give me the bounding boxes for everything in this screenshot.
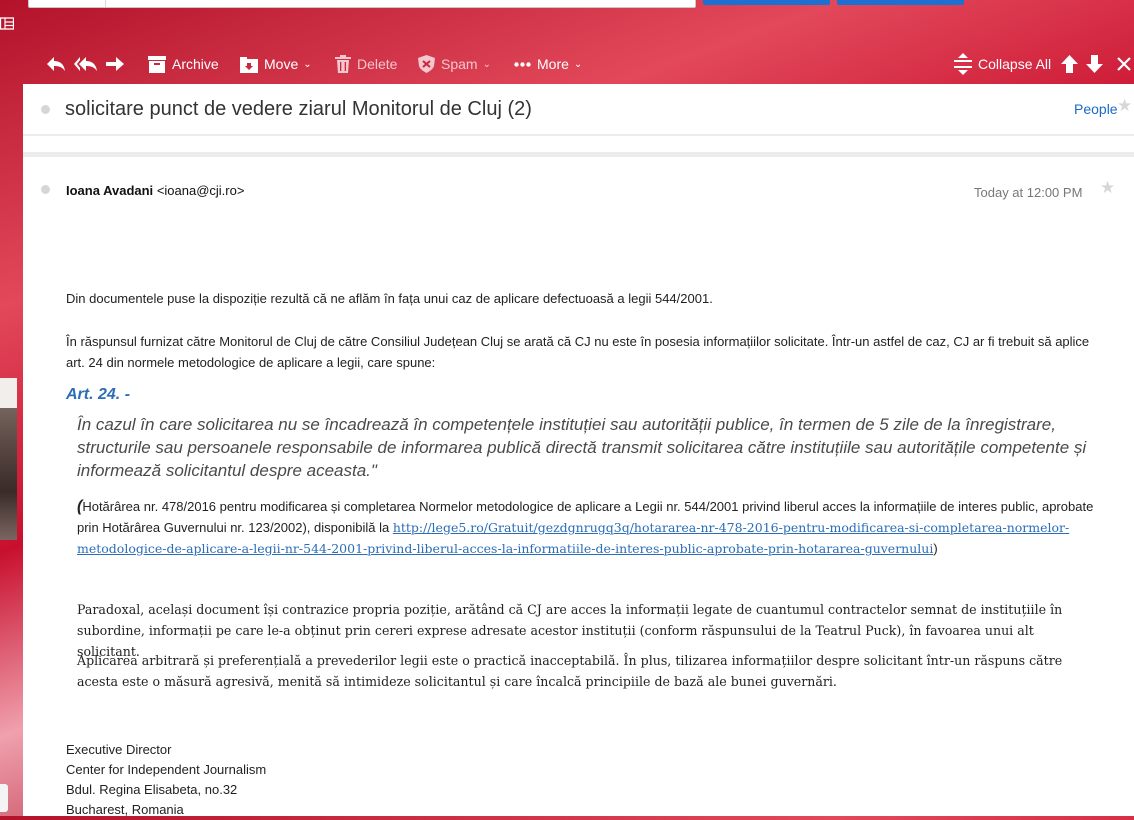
move-label: Move bbox=[264, 56, 299, 72]
divider bbox=[23, 152, 1134, 157]
next-message-button[interactable] bbox=[1086, 44, 1103, 84]
collapse-all-label: Collapse All bbox=[978, 56, 1052, 72]
trash-icon bbox=[335, 55, 351, 73]
signature-line: Bucharest, Romania bbox=[66, 802, 184, 817]
reading-pane: solicitare punct de vedere ziarul Monito… bbox=[23, 84, 1134, 817]
thumbnail-highlight bbox=[0, 378, 17, 408]
spam-shield-icon bbox=[418, 55, 435, 73]
sender-name: Ioana Avadani bbox=[66, 183, 154, 198]
signature: Executive Director Center for Independen… bbox=[66, 740, 266, 820]
collapse-all-button[interactable]: Collapse All bbox=[954, 44, 1051, 84]
reply-all-button[interactable] bbox=[74, 44, 98, 84]
move-folder-icon bbox=[240, 56, 258, 73]
signature-line: Center for Independent Journalism bbox=[66, 762, 267, 777]
delete-label: Delete bbox=[357, 56, 398, 72]
search-mail-button[interactable] bbox=[703, 0, 830, 5]
chevron-down-icon: ⌄ bbox=[573, 58, 583, 70]
close-button[interactable] bbox=[1117, 44, 1131, 84]
top-header-strip bbox=[0, 0, 1134, 44]
thread-subject: solicitare punct de vedere ziarul Monito… bbox=[65, 98, 532, 120]
spam-button[interactable]: Spam ⌄ bbox=[418, 44, 491, 84]
spam-label: Spam bbox=[441, 56, 478, 72]
unread-dot-icon[interactable] bbox=[41, 105, 50, 114]
search-divider bbox=[105, 0, 106, 7]
message-date: Today at 12:00 PM bbox=[974, 185, 1083, 200]
close-icon bbox=[1117, 57, 1131, 71]
message-star-icon[interactable]: ★ bbox=[1100, 178, 1115, 198]
archive-label: Archive bbox=[172, 56, 219, 72]
archive-button[interactable]: Archive bbox=[148, 44, 219, 84]
left-edge-tab bbox=[0, 784, 8, 812]
star-icon[interactable]: ★ bbox=[1117, 96, 1132, 116]
forward-button[interactable] bbox=[105, 44, 125, 84]
search-web-button[interactable] bbox=[837, 0, 964, 5]
subject-bar: solicitare punct de vedere ziarul Monito… bbox=[23, 84, 1134, 134]
delete-button[interactable]: Delete bbox=[335, 44, 397, 84]
arrow-up-icon bbox=[1061, 55, 1078, 73]
previous-message-button[interactable] bbox=[1061, 44, 1078, 84]
search-input[interactable] bbox=[28, 0, 696, 8]
chevron-down-icon: ⌄ bbox=[303, 58, 312, 70]
more-dots-icon bbox=[514, 61, 531, 67]
background-thumbnail bbox=[0, 378, 17, 540]
more-label: More bbox=[537, 56, 569, 72]
chevron-down-icon: ⌄ bbox=[482, 58, 491, 70]
signature-line: Bdul. Regina Elisabeta, no.32 bbox=[66, 782, 238, 797]
sender-email: <ioana@cji.ro> bbox=[156, 183, 245, 198]
people-link[interactable]: People bbox=[1074, 101, 1118, 117]
source-close-paren: ) bbox=[933, 541, 938, 556]
apps-grid-icon[interactable] bbox=[0, 15, 16, 35]
collapse-icon bbox=[954, 53, 972, 75]
article-quote: În cazul în care solicitarea nu se încad… bbox=[77, 415, 1087, 480]
reply-icon bbox=[47, 57, 65, 71]
arrow-down-icon bbox=[1086, 55, 1103, 73]
reply-all-icon bbox=[74, 57, 97, 71]
message-toolbar: Archive Move ⌄ Delete Spam ⌄ More ⌄ Coll… bbox=[0, 44, 1134, 84]
message-dot-icon[interactable] bbox=[41, 185, 50, 194]
message-paragraph: Din documentele puse la dispoziție rezul… bbox=[66, 291, 713, 306]
move-button[interactable]: Move ⌄ bbox=[240, 44, 312, 84]
reply-button[interactable] bbox=[46, 44, 66, 84]
archive-icon bbox=[148, 55, 166, 73]
message-paragraph: Aplicarea arbitrară și preferențială a p… bbox=[77, 653, 1063, 689]
more-button[interactable]: More ⌄ bbox=[514, 44, 582, 84]
divider bbox=[23, 134, 1134, 136]
source-citation: (Hotărârea nr. 478/2016 pentru modificar… bbox=[77, 496, 1097, 559]
article-title: Art. 24. - bbox=[66, 386, 131, 403]
signature-line: Executive Director bbox=[66, 742, 172, 757]
message-paragraph: În răspunsul furnizat către Monitorul de… bbox=[66, 334, 1090, 370]
message-sender[interactable]: Ioana Avadani <ioana@cji.ro> bbox=[66, 183, 244, 198]
forward-icon bbox=[106, 57, 124, 71]
